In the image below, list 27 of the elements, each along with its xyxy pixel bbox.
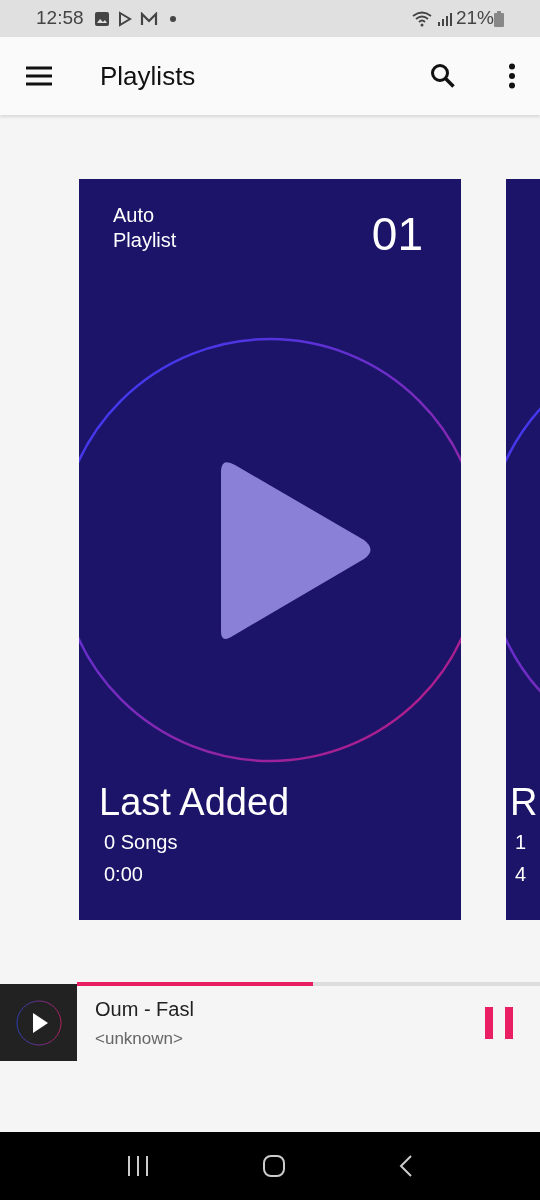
play-store-icon xyxy=(117,10,132,27)
home-icon[interactable] xyxy=(262,1154,286,1178)
wifi-icon xyxy=(411,10,434,27)
playlist-name: Last Added xyxy=(99,780,290,825)
signal-icon xyxy=(437,11,452,26)
mail-icon xyxy=(139,11,158,26)
playlist-name: R xyxy=(510,780,538,825)
more-options-icon[interactable] xyxy=(506,62,518,90)
app-bar-title: Playlists xyxy=(100,59,196,93)
play-icon[interactable] xyxy=(14,998,63,1047)
song-artist: <unknown> xyxy=(95,1027,184,1050)
gallery-icon xyxy=(93,10,110,27)
playlist-duration: 4 xyxy=(515,862,528,887)
status-time: 12:58 xyxy=(36,6,84,31)
pause-icon[interactable] xyxy=(484,1005,514,1040)
song-title: Oum - Fasl xyxy=(95,996,195,1022)
playlist-number: 01 xyxy=(371,209,423,259)
recent-apps-icon[interactable] xyxy=(126,1155,150,1177)
playlist-card[interactable]: Auto Playlist 01 Last Added 0 Songs 0:00 xyxy=(79,179,461,920)
playlist-card[interactable]: R 1 4 xyxy=(506,179,540,920)
playlist-type: Auto Playlist xyxy=(113,203,177,253)
playlist-duration: 0:00 xyxy=(104,862,144,887)
song-count: 0 Songs xyxy=(104,830,179,855)
song-count: 1 xyxy=(515,830,528,855)
battery-percent: 21% xyxy=(455,6,494,31)
back-icon[interactable] xyxy=(398,1154,414,1178)
battery-icon xyxy=(494,10,504,27)
